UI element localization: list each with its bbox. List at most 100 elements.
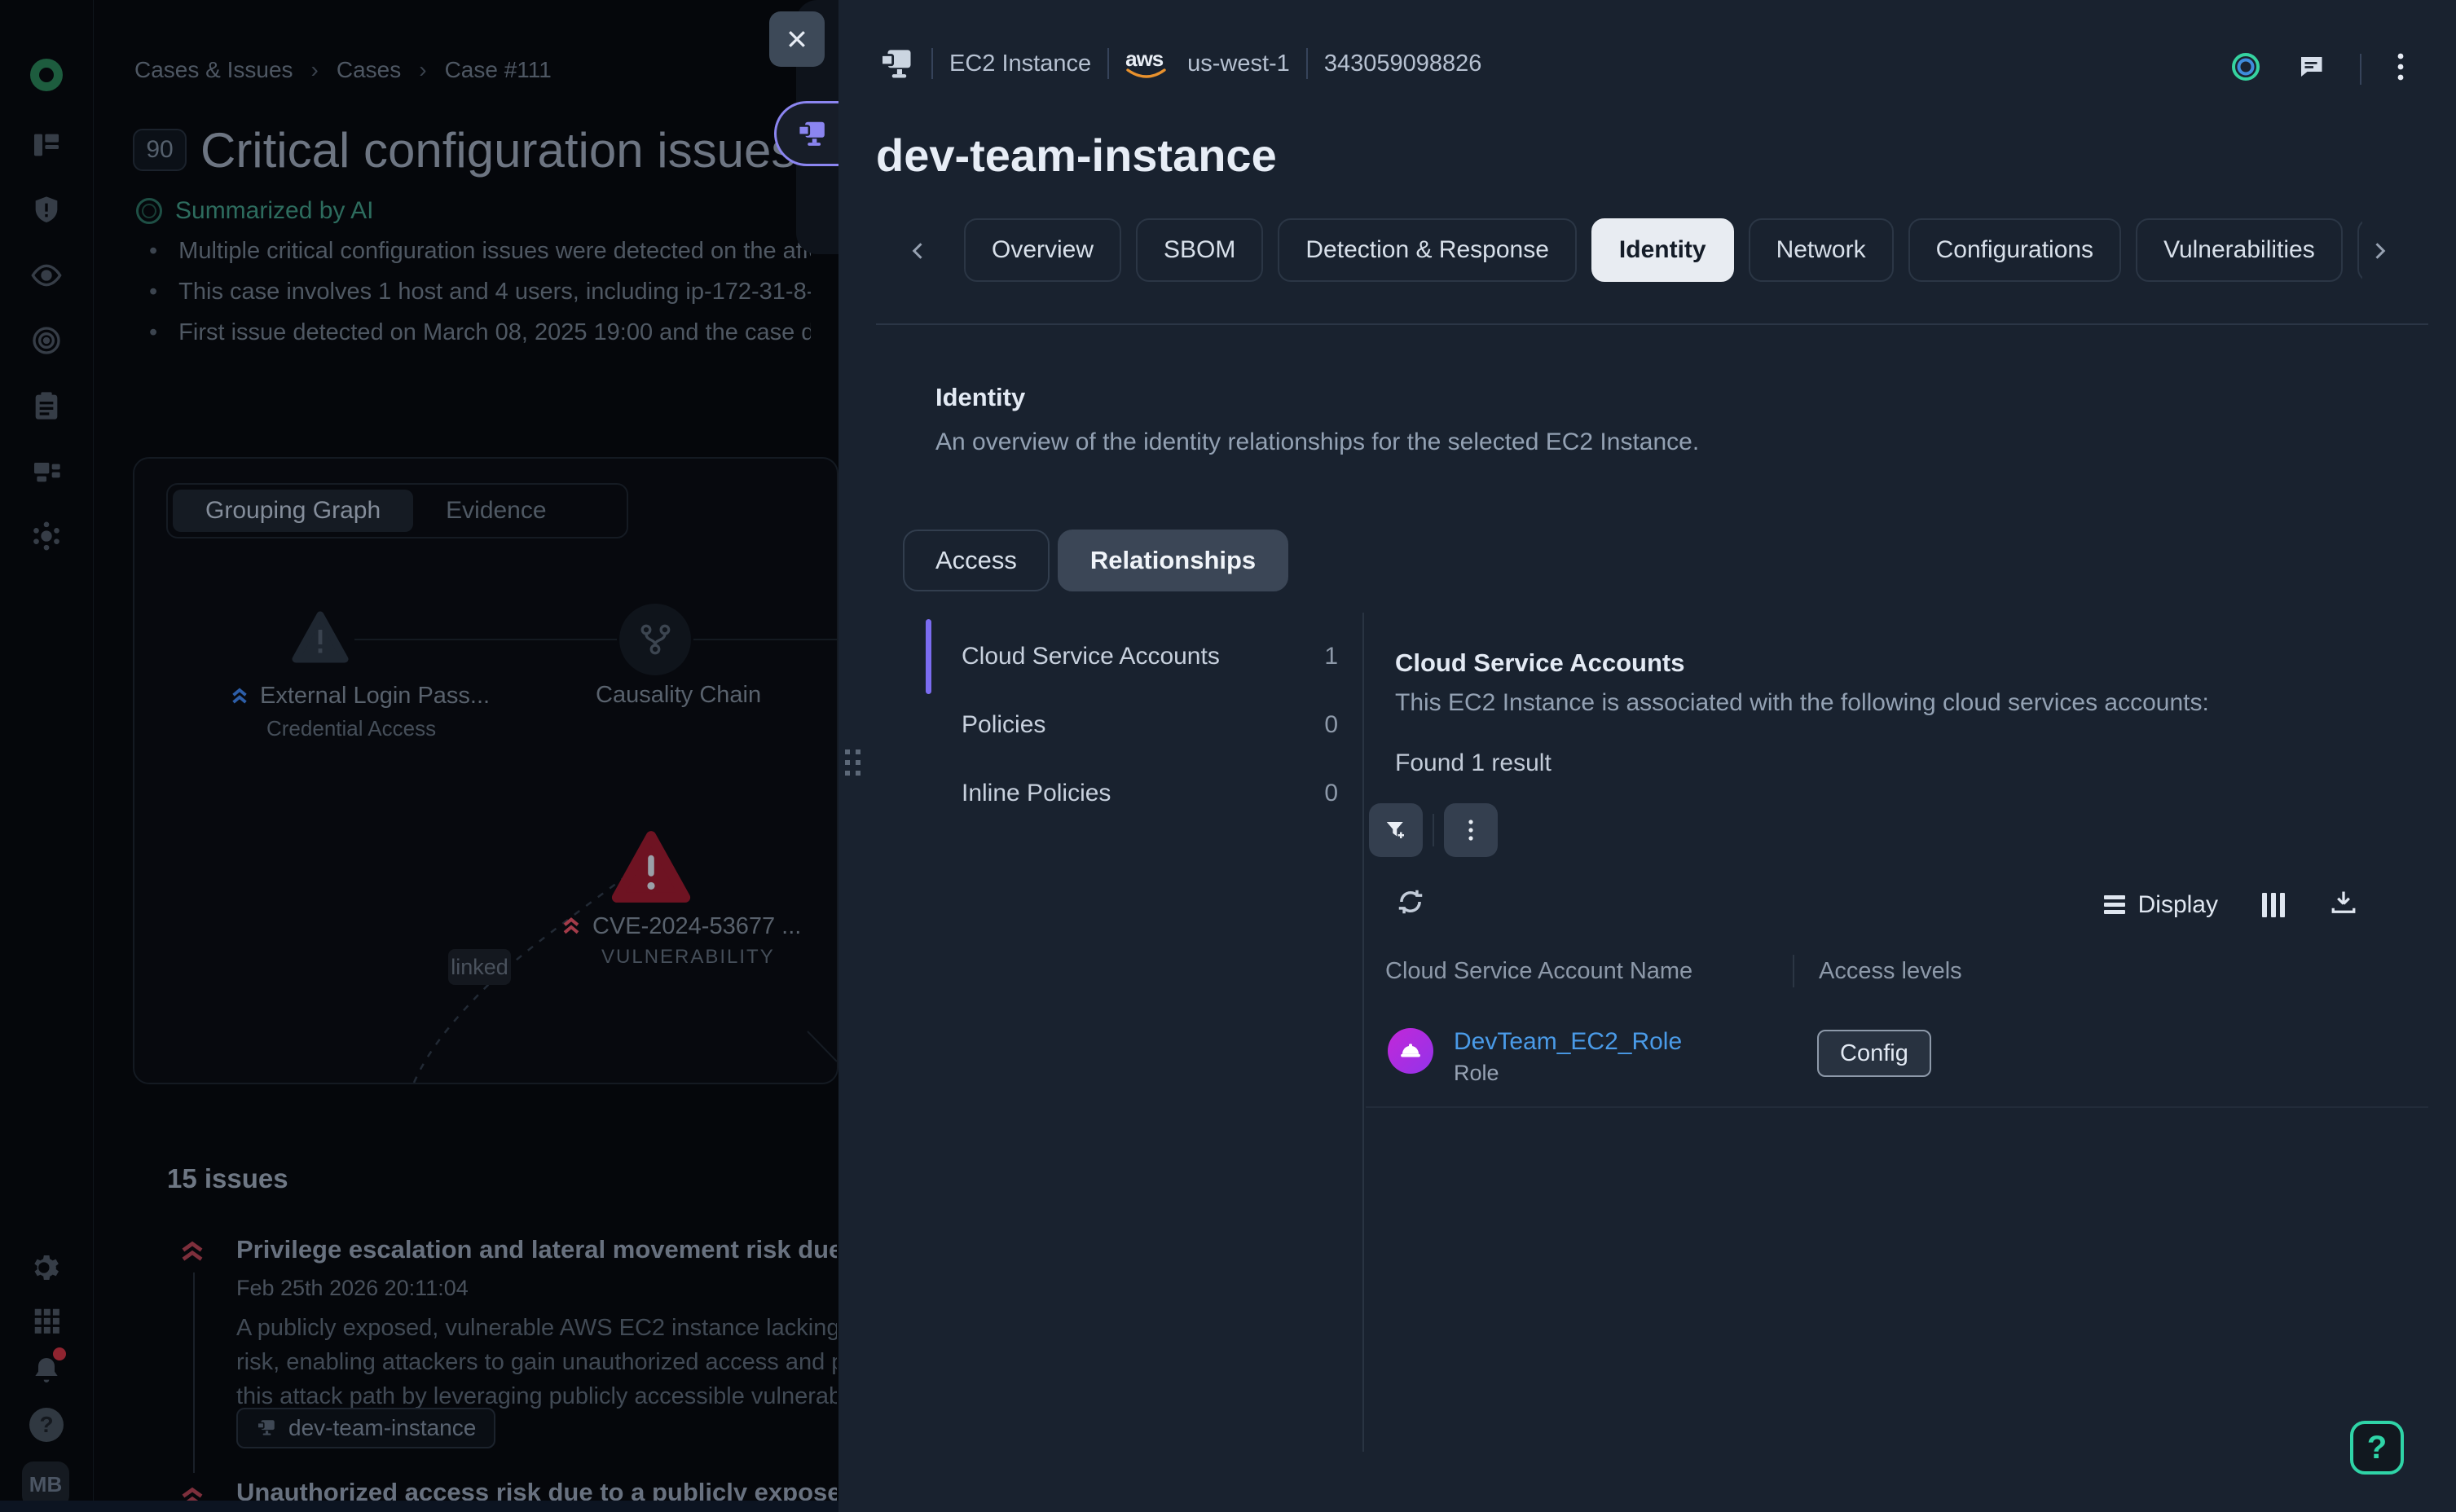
add-filter-button[interactable] [1369, 803, 1423, 857]
account-id-label: 343059098826 [1324, 51, 1482, 77]
asset-tag-chip[interactable]: dev-team-instance [236, 1408, 495, 1448]
kebab-menu-icon[interactable] [2396, 51, 2405, 87]
refresh-button[interactable] [1395, 886, 1426, 920]
chat-icon[interactable] [2296, 52, 2326, 86]
grouping-graph-card: Grouping Graph Evidence External Login P… [133, 457, 838, 1084]
ai-summary-header: Summarized by AI [136, 197, 373, 225]
region-label: us-west-1 [1187, 51, 1290, 77]
columns-icon[interactable] [2262, 893, 2285, 917]
list-item-policies[interactable]: Policies 0 [926, 691, 1366, 759]
table-view-tools: Display [2104, 888, 2358, 921]
breadcrumb-cases[interactable]: Cases [337, 57, 401, 83]
column-header-name[interactable]: Cloud Service Account Name [1385, 958, 1793, 985]
cve-node-sublabel: VULNERABILITY [601, 946, 775, 969]
divider [1362, 613, 1364, 1452]
section-heading: Identity [935, 383, 1025, 412]
download-button[interactable] [2329, 888, 2358, 921]
apps-grid-icon[interactable] [31, 1305, 62, 1340]
identity-view-toggle: Access Relationships [903, 530, 1288, 591]
display-icon [2104, 892, 2125, 917]
breadcrumb: Cases & Issues › Cases › Case #111 [134, 57, 552, 83]
dashboard-panel-icon[interactable] [30, 129, 63, 165]
orca-logo[interactable] [29, 57, 64, 97]
content-description: This EC2 Instance is associated with the… [1395, 689, 2209, 717]
close-drawer-button[interactable] [769, 11, 825, 67]
case-score-badge: 90 [133, 129, 187, 171]
table-header: Cloud Service Account Name Access levels [1385, 955, 1962, 987]
cve-warning-icon[interactable] [610, 829, 693, 908]
monitor-icon [796, 118, 827, 149]
aws-logo: aws [1125, 46, 1171, 81]
help-button[interactable]: ? [2350, 1421, 2404, 1475]
branch-icon [637, 622, 673, 657]
tab-agents[interactable]: Ag [2357, 218, 2362, 282]
spark-cluster-icon[interactable] [30, 520, 63, 556]
access-toggle-button[interactable]: Access [903, 530, 1050, 591]
monitor-icon [256, 1418, 277, 1439]
severity-chevrons-blue-icon [227, 682, 252, 713]
tab-overview[interactable]: Overview [964, 218, 1121, 282]
account-name-link[interactable]: DevTeam_EC2_Role [1454, 1028, 1682, 1056]
ai-summary-bullet: This case involves 1 host and 4 users, i… [149, 279, 811, 305]
divider [1366, 1106, 2428, 1108]
cve-node-label[interactable]: CVE-2024-53677 ... [558, 911, 801, 943]
notifications-bell-icon[interactable] [30, 1354, 63, 1391]
tab-detection-response[interactable]: Detection & Response [1278, 218, 1577, 282]
count-badge: 0 [1324, 780, 1338, 807]
tab-configurations[interactable]: Configurations [1908, 218, 2121, 282]
issue-description-line: this attack path by leveraging publicly … [236, 1383, 837, 1410]
drag-handle[interactable] [845, 749, 860, 776]
tab-identity[interactable]: Identity [1591, 218, 1734, 282]
issue-title[interactable]: Privilege escalation and lateral movemen… [236, 1235, 837, 1264]
target-icon[interactable] [30, 324, 63, 361]
tab-vulnerabilities[interactable]: Vulnerabilities [2136, 218, 2343, 282]
list-item-cloud-service-accounts[interactable]: Cloud Service Accounts 1 [926, 622, 1366, 691]
ai-orb-icon[interactable] [2229, 51, 2262, 87]
divider [1433, 814, 1434, 846]
divider [876, 323, 2428, 325]
filter-toolbar [1369, 803, 1498, 857]
relationships-toggle-button[interactable]: Relationships [1058, 530, 1288, 591]
org-blocks-icon[interactable] [30, 455, 63, 491]
clipboard-list-icon[interactable] [30, 389, 63, 426]
account-type-label: Role [1454, 1061, 1499, 1086]
warning-node-icon[interactable] [291, 610, 350, 668]
help-circle-icon[interactable]: ? [29, 1408, 64, 1442]
eye-icon[interactable] [30, 259, 63, 296]
asset-detail-drawer: EC2 Instance aws us-west-1 343059098826 … [838, 0, 2456, 1512]
tab-sbom[interactable]: SBOM [1136, 218, 1263, 282]
settings-gear-icon[interactable] [30, 1251, 63, 1288]
causality-chain-node[interactable] [619, 604, 691, 675]
count-badge: 0 [1324, 711, 1338, 739]
tabs-scroll-left-icon[interactable] [907, 235, 931, 271]
drawer-actions [2229, 51, 2405, 87]
filter-plus-icon [1384, 818, 1408, 842]
nav-rail: ? MB [0, 0, 94, 1512]
list-item-inline-policies[interactable]: Inline Policies 0 [926, 759, 1366, 828]
shield-alert-icon[interactable] [30, 194, 63, 231]
breadcrumb-cases-issues[interactable]: Cases & Issues [134, 57, 293, 83]
divider [1793, 955, 1794, 987]
access-level-badge: Config [1817, 1030, 1931, 1077]
ai-summary-label: Summarized by AI [175, 197, 373, 225]
divider [2360, 54, 2361, 85]
table-row[interactable]: DevTeam_EC2_Role Role Config [1385, 1010, 2428, 1106]
notification-dot [53, 1347, 66, 1360]
tabs-scroll-right-icon[interactable] [2366, 235, 2391, 271]
more-filters-button[interactable] [1444, 803, 1498, 857]
external-login-node-label[interactable]: External Login Pass... [227, 682, 490, 713]
external-login-node-sublabel: Credential Access [266, 716, 436, 741]
causality-chain-label: Causality Chain [596, 682, 761, 709]
asset-drawer-handle[interactable] [774, 101, 838, 166]
display-menu-button[interactable]: Display [2104, 891, 2218, 919]
kebab-menu-icon [1468, 818, 1474, 842]
column-header-access-levels[interactable]: Access levels [1819, 958, 1962, 985]
count-badge: 1 [1324, 643, 1338, 670]
ai-orb-icon [136, 198, 162, 224]
issue-description-line: risk, enabling attackers to gain unautho… [236, 1349, 837, 1376]
refresh-icon [1395, 886, 1426, 917]
asset-header: EC2 Instance aws us-west-1 343059098826 [878, 46, 1481, 81]
breadcrumb-case-111[interactable]: Case #111 [445, 57, 552, 83]
tab-network[interactable]: Network [1749, 218, 1894, 282]
severity-chevrons-red-icon [558, 911, 584, 943]
